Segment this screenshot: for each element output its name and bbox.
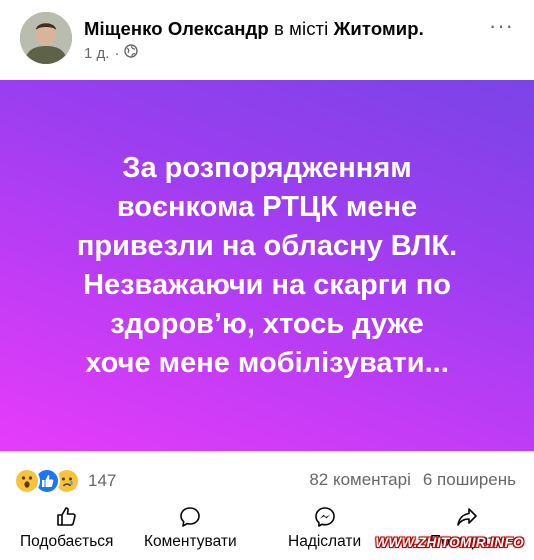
post-meta: 1 д. · xyxy=(84,44,139,62)
shares-count[interactable]: 6 поширень xyxy=(423,470,516,490)
location-prefix: в місті xyxy=(274,18,329,39)
post-header: Міщенко Олександр в місті Житомир. 1 д. … xyxy=(0,0,534,80)
location-suffix: . xyxy=(418,18,424,39)
like-button[interactable]: Подобається xyxy=(20,505,113,551)
comment-bubble-icon xyxy=(180,507,201,527)
more-options-icon[interactable]: ··· xyxy=(489,15,514,37)
reactions-summary[interactable]: 147 xyxy=(14,468,116,494)
location-city[interactable]: Житомир xyxy=(334,18,419,39)
post-stats: 147 82 коментарі 6 поширень xyxy=(0,460,534,500)
engagement-counts: 82 коментарі 6 поширень xyxy=(309,470,516,490)
author-name[interactable]: Міщенко Олександр xyxy=(84,18,269,39)
post-background-banner: За розпорядженням воєнкома РТЦК мене при… xyxy=(0,80,534,451)
send-button[interactable]: Надіслати xyxy=(288,505,361,551)
send-label: Надіслати xyxy=(288,533,362,550)
comments-count[interactable]: 82 коментарі xyxy=(309,470,411,490)
comment-label: Коментувати xyxy=(144,533,237,550)
author-avatar[interactable] xyxy=(20,12,72,64)
thumbs-up-icon xyxy=(56,507,76,526)
messenger-icon xyxy=(314,507,335,527)
reaction-count: 147 xyxy=(88,471,117,490)
meta-separator: · xyxy=(114,44,120,62)
like-label: Подобається xyxy=(20,533,114,550)
post-time[interactable]: 1 д. xyxy=(84,45,109,62)
post-text: За розпорядженням воєнкома РТЦК мене при… xyxy=(76,151,458,379)
watermark: WWW.ZHITOMIR.INFO xyxy=(375,535,524,550)
wow-reaction-icon xyxy=(14,468,40,494)
post-action-bar: Подобається Коментувати Надіслати Пошири… xyxy=(0,505,534,560)
avatar-image xyxy=(20,12,72,64)
share-arrow-icon xyxy=(457,508,477,526)
post-author-line: Міщенко Олександр в місті Житомир. xyxy=(84,18,424,40)
globe-icon xyxy=(124,44,139,62)
comment-button[interactable]: Коментувати xyxy=(144,505,237,551)
